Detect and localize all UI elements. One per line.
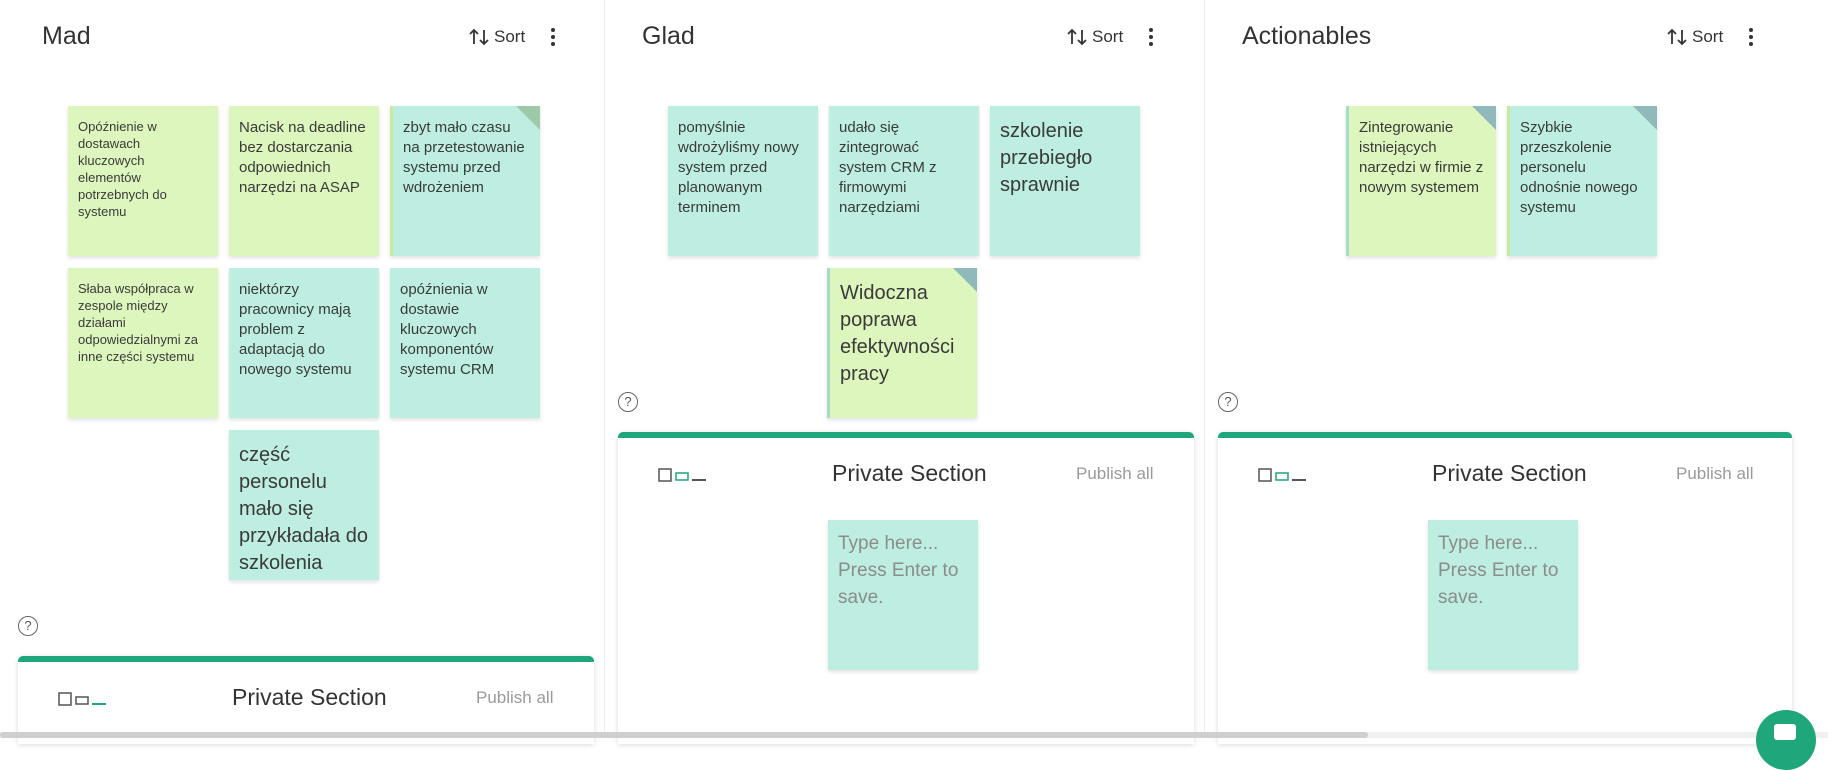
note-text: część personelu mało się przykładała do …	[239, 444, 368, 574]
kebab-menu-icon[interactable]	[1746, 26, 1756, 48]
private-section-title: Private Section	[832, 460, 987, 486]
private-section: Private Section Publish all Type here...…	[1218, 432, 1792, 744]
note-fold-icon	[953, 268, 977, 292]
sort-button[interactable]: Sort	[468, 26, 525, 48]
sticky-note[interactable]: szkolenie przebiegło sprawnie	[990, 106, 1140, 256]
private-section-icon	[658, 468, 706, 482]
kebab-menu-icon[interactable]	[548, 26, 558, 48]
note-fold-icon	[1472, 106, 1496, 130]
scrollbar-thumb[interactable]	[0, 732, 1368, 738]
sticky-note[interactable]: część personelu mało się przykładała do …	[229, 430, 379, 580]
horizontal-scrollbar[interactable]	[0, 732, 1828, 738]
private-section-title: Private Section	[1432, 460, 1587, 486]
sticky-note[interactable]: pomyślnie wdrożyliśmy nowy system przed …	[668, 106, 818, 256]
column-actionables: Actionables Sort Zintegrowanie istniejąc…	[1206, 0, 1806, 744]
new-note-input[interactable]: Type here... Press Enter to save.	[828, 520, 978, 670]
kebab-menu-icon[interactable]	[1146, 26, 1156, 48]
sticky-note[interactable]: Zintegrowanie istniejących narzędzi w fi…	[1346, 106, 1496, 256]
sticky-note[interactable]: opóźnienia w dostawie kluczowych kompone…	[390, 268, 540, 418]
publish-all-button[interactable]: Publish all	[476, 688, 554, 708]
sort-arrows-icon	[1667, 28, 1687, 46]
column-divider	[1204, 0, 1205, 738]
note-text: szkolenie przebiegło sprawnie	[1000, 120, 1093, 196]
new-note-input[interactable]: Type here... Press Enter to save.	[1428, 520, 1578, 670]
column-title: Actionables	[1242, 22, 1372, 50]
private-section-icon	[1258, 468, 1306, 482]
private-section-icon	[58, 692, 106, 706]
sort-arrows-icon	[1067, 28, 1087, 46]
note-text: Widoczna poprawa efektywności pracy	[840, 282, 955, 385]
sticky-note[interactable]: Szybkie przeszkolenie personelu odnośnie…	[1507, 106, 1657, 256]
note-text: niektórzy pracownicy mają problem z adap…	[239, 281, 352, 378]
sticky-note[interactable]: niektórzy pracownicy mają problem z adap…	[229, 268, 379, 418]
sticky-note[interactable]: Widoczna poprawa efektywności pracy	[827, 268, 977, 418]
chat-icon[interactable]	[1756, 710, 1816, 770]
publish-all-button[interactable]: Publish all	[1076, 464, 1154, 484]
private-section-title: Private Section	[232, 684, 387, 710]
sticky-note[interactable]: Słaba współpraca w zespole między działa…	[68, 268, 218, 418]
note-text: Nacisk na deadline bez dostarczania odpo…	[239, 119, 366, 196]
sticky-note[interactable]: Nacisk na deadline bez dostarczania odpo…	[229, 106, 379, 256]
sticky-note[interactable]: zbyt mało czasu na przetestowanie system…	[390, 106, 540, 256]
sort-button[interactable]: Sort	[1666, 26, 1723, 48]
sticky-note[interactable]: Opóźnienie w dostawach kluczowych elemen…	[68, 106, 218, 256]
sort-arrows-icon	[469, 28, 489, 46]
note-text: Zintegrowanie istniejących narzędzi w fi…	[1359, 119, 1484, 196]
column-title: Glad	[642, 22, 695, 50]
sort-label: Sort	[494, 27, 526, 46]
note-fold-icon	[516, 106, 540, 130]
note-fold-icon	[1633, 106, 1657, 130]
note-text: udało się zintegrować system CRM z firmo…	[839, 119, 937, 216]
sort-label: Sort	[1692, 27, 1724, 46]
note-text: opóźnienia w dostawie kluczowych kompone…	[400, 281, 495, 378]
note-text: pomyślnie wdrożyliśmy nowy system przed …	[678, 119, 799, 216]
help-circle-icon[interactable]: ?	[1218, 392, 1238, 412]
private-section: Private Section Publish all	[18, 656, 594, 744]
note-text: Słaba współpraca w zespole między działa…	[78, 281, 198, 364]
note-text: Opóźnienie w dostawach kluczowych elemen…	[78, 119, 167, 219]
private-section: Private Section Publish all Type here...…	[618, 432, 1194, 744]
column-glad: Glad Sort pomyślnie wdrożyliśmy nowy sys…	[606, 0, 1206, 744]
publish-all-button[interactable]: Publish all	[1676, 464, 1754, 484]
note-text: Szybkie przeszkolenie personelu odnośnie…	[1520, 119, 1638, 216]
sort-label: Sort	[1092, 27, 1124, 46]
sort-button[interactable]: Sort	[1066, 26, 1123, 48]
help-circle-icon[interactable]: ?	[618, 392, 638, 412]
column-mad: Mad Sort Opóźnienie w dostawach kluczowy…	[0, 0, 600, 744]
column-divider	[604, 0, 605, 738]
column-title: Mad	[42, 22, 91, 50]
help-circle-icon[interactable]: ?	[18, 616, 38, 636]
note-text: zbyt mało czasu na przetestowanie system…	[403, 119, 525, 196]
sticky-note[interactable]: udało się zintegrować system CRM z firmo…	[829, 106, 979, 256]
